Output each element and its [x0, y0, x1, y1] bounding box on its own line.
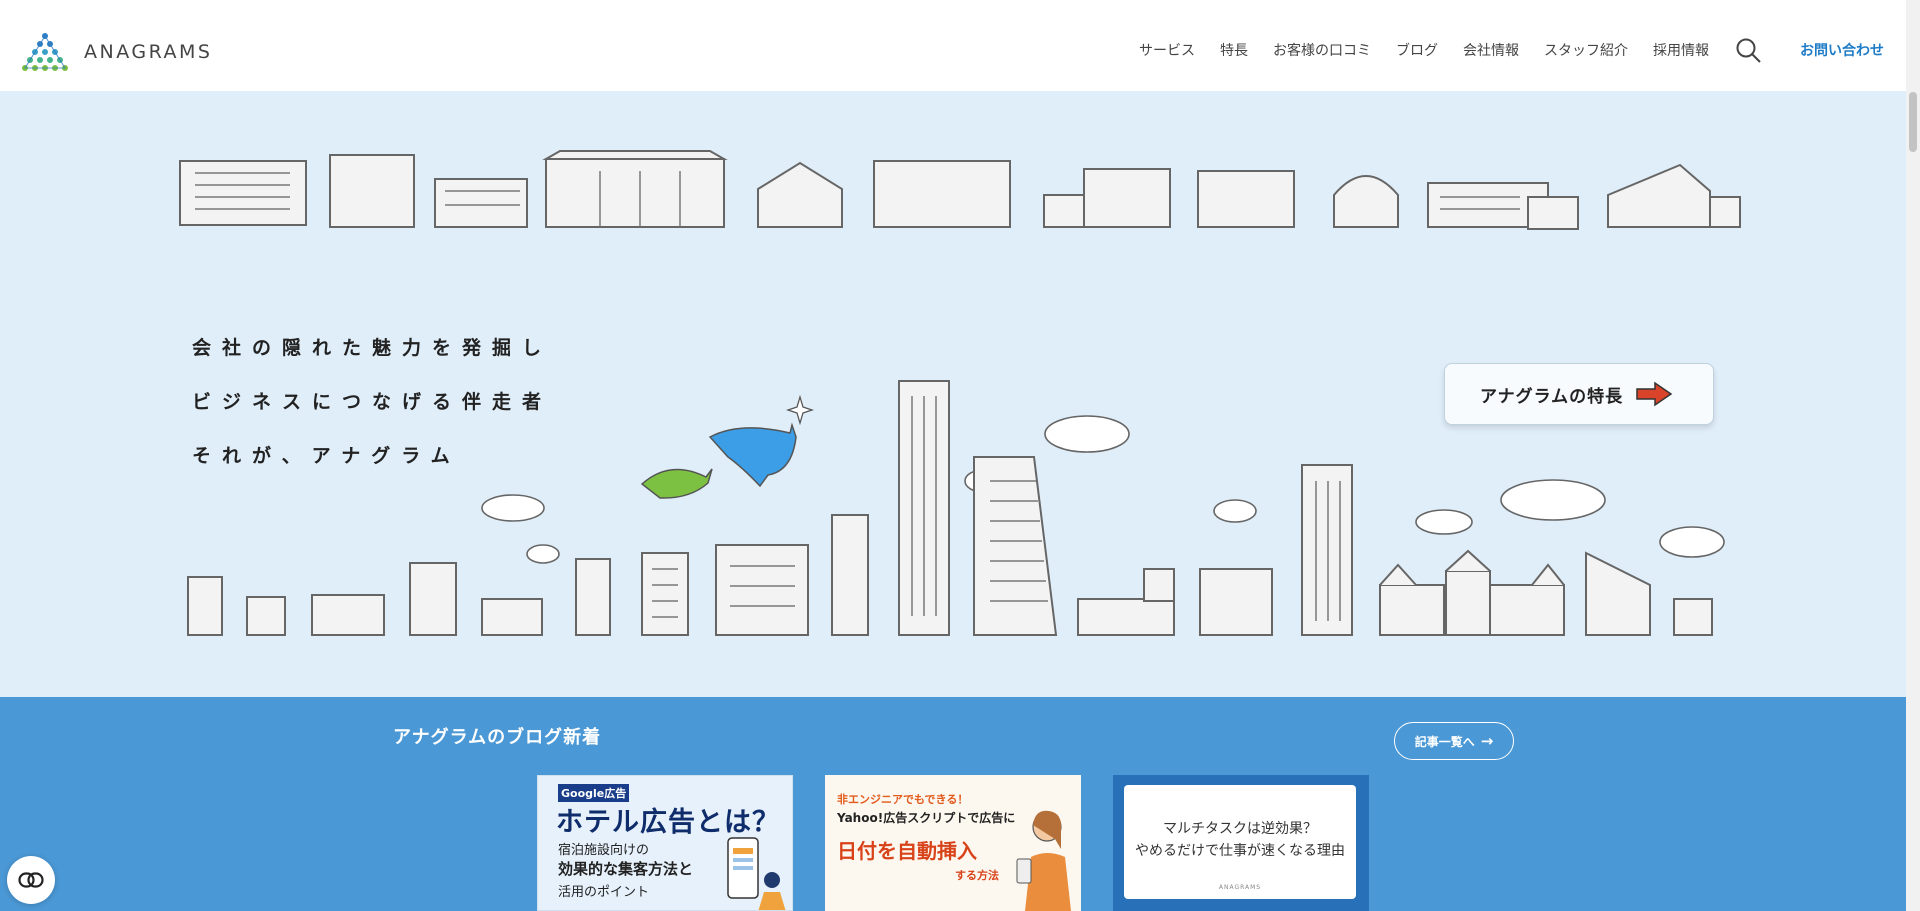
card-subtitle-2: 効果的な集客方法と: [558, 860, 694, 878]
scrollbar-thumb[interactable]: [1909, 92, 1917, 152]
nav-item-staff[interactable]: スタッフ紹介: [1544, 40, 1628, 60]
birds: [640, 394, 815, 499]
main-nav: サービス 特長 お客様の口コミ ブログ 会社情報 スタッフ紹介 採用情報 お問い…: [1114, 36, 1884, 64]
search-icon[interactable]: [1734, 36, 1762, 64]
card-title-suffix: する方法: [955, 869, 999, 882]
card-subtitle-1: 宿泊施設向けの: [558, 843, 650, 858]
privacy-settings-button[interactable]: [7, 856, 55, 904]
phone-illustration-icon: [727, 837, 786, 910]
all-articles-button[interactable]: 記事一覧へ →: [1394, 722, 1514, 760]
page-scrollbar[interactable]: [1906, 0, 1920, 911]
nav-item-blog[interactable]: ブログ: [1396, 40, 1438, 60]
card-kicker: 非エンジニアでもできる！: [837, 793, 969, 806]
card-subtitle-3: 活用のポイント: [558, 885, 650, 900]
privacy-icon: [18, 872, 44, 888]
card-logo-text: ANAGRAMS: [1218, 884, 1262, 891]
blog-card-hotel-ads[interactable]: Google広告 ホテル広告とは？ 宿泊施設向けの 効果的な集客方法と 活用のポ…: [537, 775, 793, 911]
tagline-line-2: ビジネスにつなげる伴走者: [192, 391, 553, 413]
arrow-right-icon: →: [1480, 732, 1494, 750]
site-header: ANAGRAMS サービス 特長 お客様の口コミ ブログ 会社情報 スタッフ紹介…: [0, 0, 1906, 91]
card-title: ホテル広告とは？: [556, 807, 780, 838]
site-logo[interactable]: ANAGRAMS: [22, 32, 212, 72]
card-title-line-2: やめるだけで仕事が速くなる理由: [1135, 843, 1345, 859]
card-title: 日付を自動挿入: [837, 839, 977, 863]
nav-item-reviews[interactable]: お客様の口コミ: [1273, 40, 1371, 60]
arrow-right-icon: [1636, 381, 1673, 407]
blog-section-title: アナグラムのブログ新着: [393, 727, 602, 748]
card-subtitle: Yahoo!広告スクリプトで広告に: [837, 811, 1016, 825]
woman-illustration-icon: [1016, 810, 1071, 911]
card-inner-box: マルチタスクは逆効果？ やめるだけで仕事が速くなる理由 ANAGRAMS: [1124, 785, 1356, 899]
features-button-label: アナグラムの特長: [1480, 386, 1624, 407]
card-title-line-1: マルチタスクは逆効果？: [1163, 821, 1317, 837]
features-button[interactable]: アナグラムの特長: [1444, 363, 1714, 425]
tagline-line-3: それが、アナグラム: [192, 445, 461, 467]
logo-text: ANAGRAMS: [84, 41, 213, 63]
nav-item-service[interactable]: サービス: [1139, 40, 1195, 60]
all-articles-label: 記事一覧へ: [1414, 734, 1475, 749]
blog-card-multitask[interactable]: マルチタスクは逆効果？ やめるだけで仕事が速くなる理由 ANAGRAMS: [1113, 775, 1369, 911]
nav-item-recruit[interactable]: 採用情報: [1653, 40, 1709, 60]
top-building-row: [179, 150, 1741, 230]
anagrams-logo-icon: [22, 33, 68, 71]
nav-item-features[interactable]: 特長: [1220, 40, 1248, 60]
blog-section: アナグラムのブログ新着 記事一覧へ → Google広告 ホテル広告とは？ 宿泊…: [0, 697, 1906, 911]
blog-card-yahoo-script[interactable]: 非エンジニアでもできる！ Yahoo!広告スクリプトで広告に 日付を自動挿入 す…: [825, 775, 1081, 911]
hero-section: 会社の隠れた魅力を発掘し ビジネスにつなげる伴走者 それが、アナグラム アナグラ…: [0, 91, 1906, 697]
contact-link[interactable]: お問い合わせ: [1800, 40, 1884, 60]
tagline-line-1: 会社の隠れた魅力を発掘し: [192, 337, 553, 359]
hero-tagline: 会社の隠れた魅力を発掘し ビジネスにつなげる伴走者 それが、アナグラム: [192, 321, 552, 483]
nav-item-company[interactable]: 会社情報: [1463, 40, 1519, 60]
